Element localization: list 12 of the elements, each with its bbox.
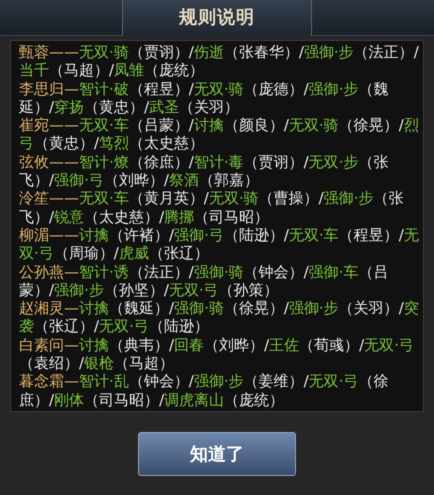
- ok-button[interactable]: 知道了: [138, 432, 296, 476]
- rule-entry: 赵湘灵—讨擒（魏延）/强御·骑（徐晃）/强御·步（关羽）/突袭（张辽）/无双·弓（陆逊）: [19, 299, 419, 336]
- window-title: 规则说明: [179, 6, 255, 30]
- rule-entry: 李思归—智计·破（程昱）/无双·骑（庞德）/强御·步（魏延）/穿扬（黄忠）/武圣（关羽）: [19, 80, 390, 116]
- rule-entry: 弦攸——智计·燎（徐庶）/智计·毒（贾诩）/无双·步（张飞）/强御·弓（刘晔）/祭酒（郭嘉）: [19, 152, 390, 190]
- rule-entry: 甄蓉——无双·骑（贾诩）/伤逝（张春华）/强御·步（法正）/ 当千（马超）/凤雏（庞统）: [19, 43, 419, 80]
- rule-entry: 公孙燕—智计·诱（法正）/强御·骑（钟会）/强御·车（吕蒙）/强御·步（孙坚）/无双·弓（孙策）: [19, 262, 390, 300]
- rule-entry: 泠笙——无双·车（黄月英）/无双·骑（曹操）/强御·步（张飞）/锐意（太史慈）/腾挪（司马昭）: [19, 189, 404, 226]
- rule-entry: 白素问—讨擒（典韦）/回春（刘晔）/王佐（荀彧）/无双·弓 （袁绍）/银枪（马超）: [19, 336, 415, 372]
- rule-entry: 柳湄——讨擒（许褚）/强御·弓（陆逊）/无双·车（程昱）/无双·弓（周瑜）/虎威（张辽）: [19, 226, 419, 263]
- rule-entry: 崔宛——无双·车（吕蒙）/讨擒（颜良）/无双·骑（徐晃）/烈弓（黄忠）/笃烈（太史慈）: [19, 116, 419, 153]
- rule-entry: 暮念霜—智计·乱（钟会）/强御·步（姜维）/无双·弓（徐庶）/刚体（司马昭）/调虎离山（庞统）: [19, 372, 390, 409]
